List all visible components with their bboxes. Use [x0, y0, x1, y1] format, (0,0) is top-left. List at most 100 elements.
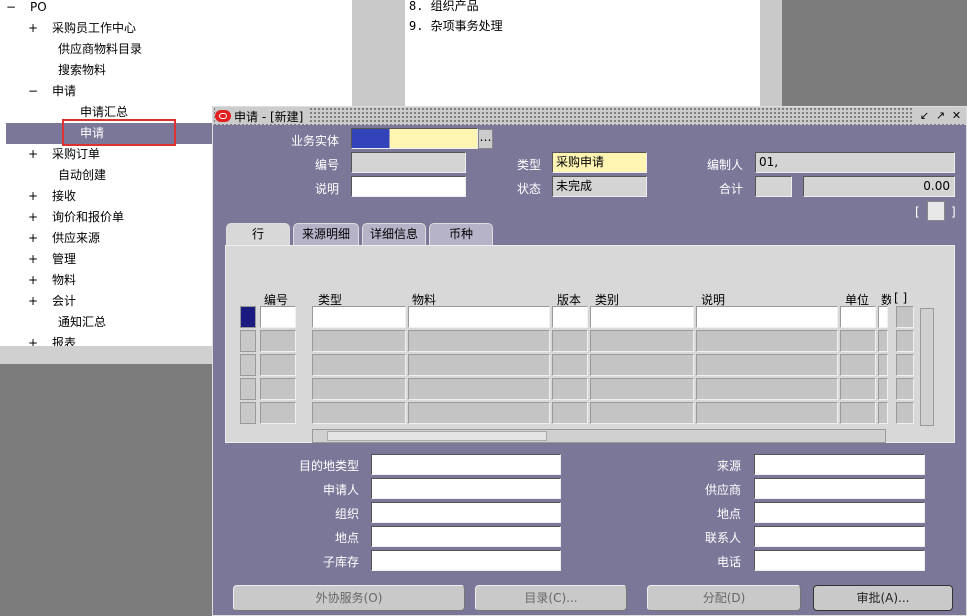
grid-cell[interactable] [590, 402, 694, 424]
distributions-button[interactable]: 分配(D) [647, 585, 801, 611]
grid-cell[interactable] [312, 402, 406, 424]
tab-source-details[interactable]: 来源明细 [293, 223, 359, 245]
lines-horizontal-scrollbar[interactable] [312, 429, 886, 443]
grid-cell[interactable] [590, 354, 694, 376]
grid-cell[interactable] [696, 354, 838, 376]
field-input[interactable] [754, 454, 925, 475]
tree-item[interactable]: 供应商物料目录 [58, 39, 142, 59]
grid-cell[interactable] [260, 306, 296, 328]
close-icon[interactable]: ✕ [949, 108, 964, 123]
grid-cell[interactable] [408, 306, 550, 328]
collapse-icon[interactable]: − [26, 84, 40, 98]
field-input[interactable] [371, 454, 561, 475]
grid-cell[interactable] [840, 306, 876, 328]
grid-cell[interactable] [878, 354, 888, 376]
tree-item[interactable]: 接收 [52, 186, 76, 206]
grid-cell[interactable] [312, 378, 406, 400]
lines-vertical-scrollbar[interactable] [920, 308, 934, 426]
function-item[interactable]: 9. 杂项事务处理 [409, 16, 503, 36]
grid-cell[interactable] [408, 402, 550, 424]
grid-cell[interactable] [552, 306, 588, 328]
grid-cell[interactable] [552, 378, 588, 400]
grid-cell[interactable] [590, 306, 694, 328]
tree-item[interactable]: 申请 [52, 81, 76, 101]
grid-cell[interactable] [878, 330, 888, 352]
tab-currency[interactable]: 币种 [429, 223, 493, 245]
field-input[interactable] [371, 526, 561, 547]
tree-item[interactable]: 通知汇总 [58, 312, 106, 332]
field-input[interactable] [754, 550, 925, 571]
field-input[interactable] [371, 550, 561, 571]
field-input[interactable] [754, 478, 925, 499]
expand-icon[interactable]: + [26, 273, 40, 287]
minimize-icon[interactable]: ↙ [917, 108, 932, 123]
currency-field[interactable] [755, 176, 792, 197]
grid-cell[interactable] [552, 330, 588, 352]
field-input[interactable] [371, 502, 561, 523]
grid-cell[interactable] [312, 330, 406, 352]
flex-field-cell[interactable] [896, 378, 914, 400]
tab-lines[interactable]: 行 [226, 223, 290, 247]
grid-cell[interactable] [260, 354, 296, 376]
description-field[interactable] [351, 176, 466, 197]
tree-item[interactable]: 会计 [52, 291, 76, 311]
tree-item[interactable]: 搜索物料 [58, 60, 106, 80]
tree-item[interactable]: 自动创建 [58, 165, 106, 185]
operating-unit-field[interactable] [351, 128, 478, 149]
grid-cell[interactable] [590, 378, 694, 400]
tree-item[interactable]: 供应来源 [52, 228, 100, 248]
flex-field-cell[interactable] [896, 402, 914, 424]
tree-item[interactable]: PO [30, 0, 47, 17]
grid-cell[interactable] [590, 330, 694, 352]
field-input[interactable] [371, 478, 561, 499]
grid-cell[interactable] [312, 354, 406, 376]
title-bar[interactable]: 申请 - [新建] ↙ ↗ ✕ [213, 107, 966, 125]
grid-cell[interactable] [260, 378, 296, 400]
grid-cell[interactable] [552, 354, 588, 376]
grid-cell[interactable] [260, 402, 296, 424]
grid-cell[interactable] [840, 330, 876, 352]
row-selector[interactable] [240, 354, 256, 376]
expand-icon[interactable]: + [26, 147, 40, 161]
tab-details[interactable]: 详细信息 [362, 223, 426, 245]
total-field[interactable]: 0.00 [803, 176, 955, 197]
grid-cell[interactable] [878, 402, 888, 424]
maximize-icon[interactable]: ↗ [933, 108, 948, 123]
flex-field-cell[interactable] [896, 306, 914, 328]
expand-icon[interactable]: + [26, 294, 40, 308]
type-field[interactable]: 采购申请 [552, 152, 647, 173]
catalog-button[interactable]: 目录(C)... [475, 585, 627, 611]
flex-field-cell[interactable] [896, 330, 914, 352]
grid-cell[interactable] [840, 378, 876, 400]
grid-cell[interactable] [552, 402, 588, 424]
expand-icon[interactable]: + [26, 21, 40, 35]
grid-cell[interactable] [312, 306, 406, 328]
expand-icon[interactable]: + [26, 231, 40, 245]
expand-icon[interactable]: + [26, 189, 40, 203]
tree-item[interactable]: 管理 [52, 249, 76, 269]
field-input[interactable] [754, 526, 925, 547]
operating-unit-lov-button[interactable]: … [478, 129, 493, 149]
grid-cell[interactable] [840, 402, 876, 424]
grid-cell[interactable] [696, 402, 838, 424]
number-field[interactable] [351, 152, 466, 173]
collapse-icon[interactable]: − [4, 0, 18, 14]
row-selector[interactable] [240, 330, 256, 352]
grid-cell[interactable] [840, 354, 876, 376]
tree-item[interactable]: 采购订单 [52, 144, 100, 164]
function-list-scrollbar[interactable] [760, 0, 782, 106]
function-item[interactable]: 8. 组织产品 [409, 0, 479, 16]
outside-services-button[interactable]: 外协服务(O) [233, 585, 465, 611]
tree-item[interactable]: 询价和报价单 [52, 207, 124, 227]
status-field[interactable]: 未完成 [552, 176, 647, 197]
row-selector[interactable] [240, 402, 256, 424]
grid-cell[interactable] [408, 378, 550, 400]
expand-icon[interactable]: + [26, 252, 40, 266]
grid-cell[interactable] [878, 306, 888, 328]
grid-cell[interactable] [878, 378, 888, 400]
approve-button[interactable]: 审批(A)... [813, 585, 953, 611]
grid-cell[interactable] [408, 354, 550, 376]
flex-field-cell[interactable] [896, 354, 914, 376]
grid-cell[interactable] [408, 330, 550, 352]
tree-item[interactable]: 物料 [52, 270, 76, 290]
